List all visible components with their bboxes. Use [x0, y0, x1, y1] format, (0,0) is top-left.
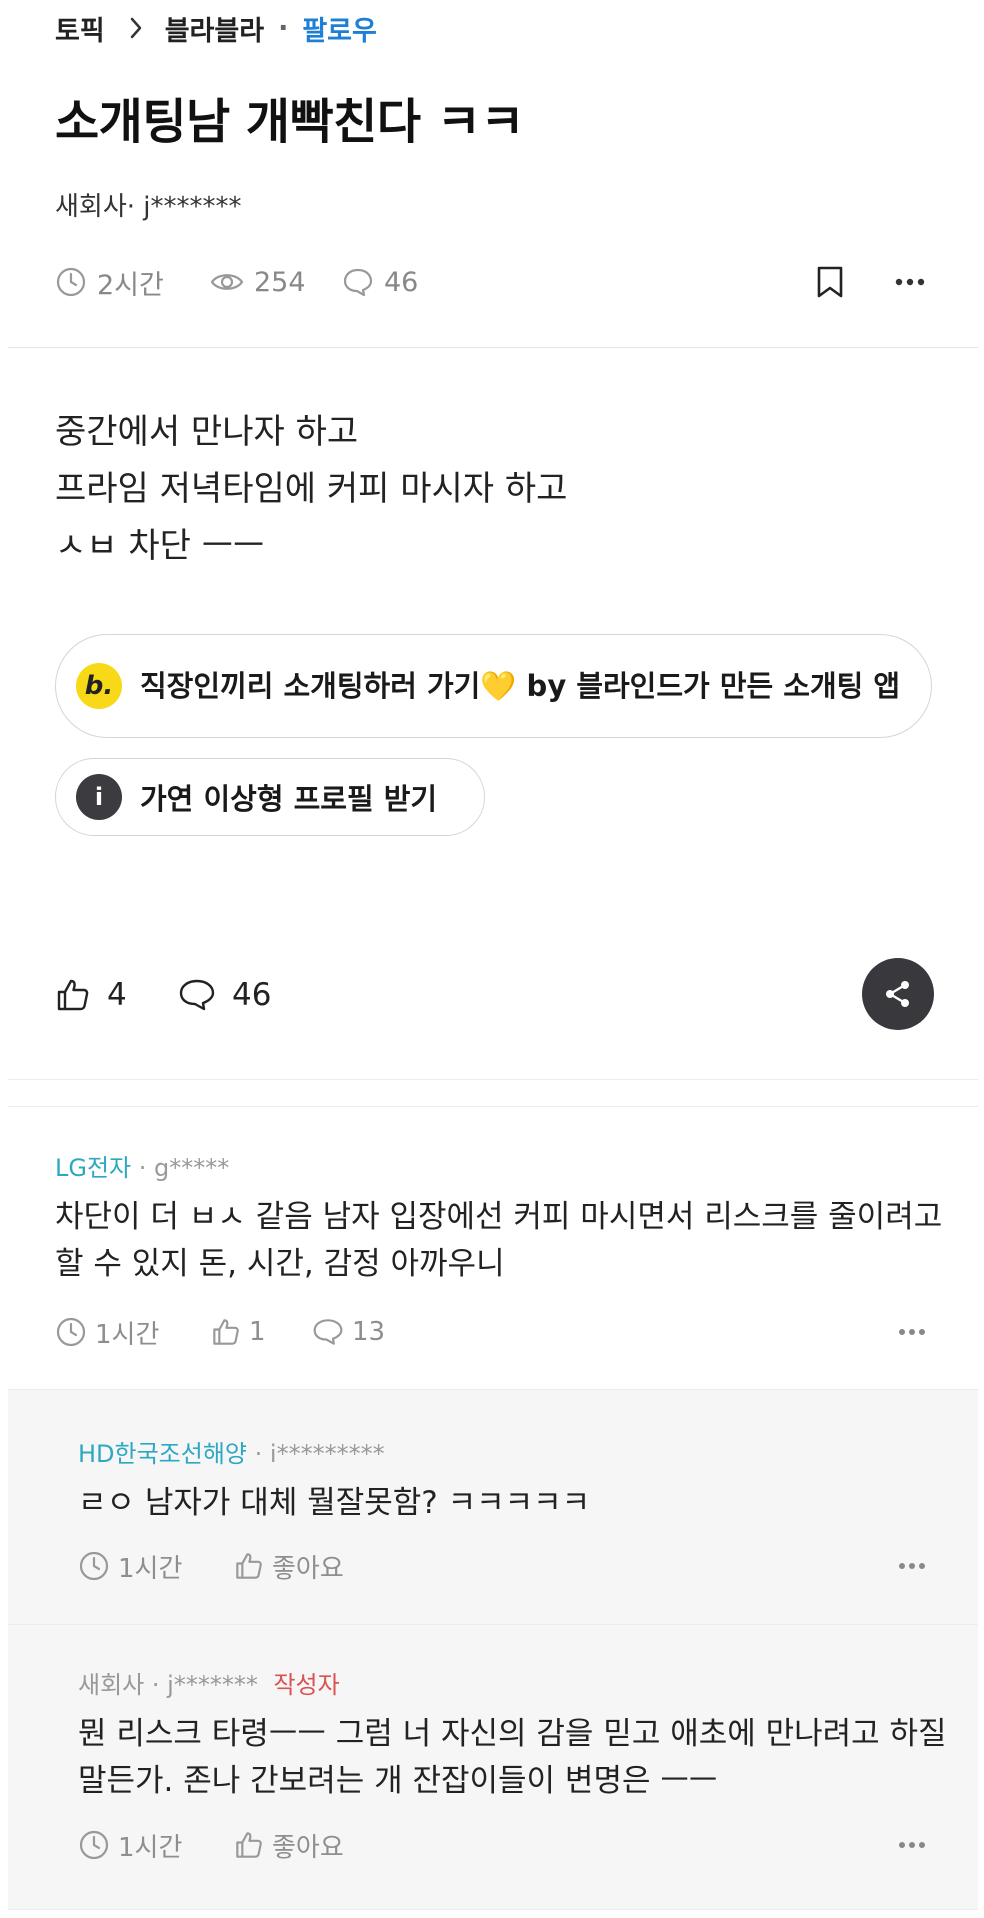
- comment-reply-count: 13: [352, 1317, 386, 1347]
- comment-text: 차단이 더 ㅂㅅ 같음 남자 입장에선 커피 마시면서 리스크를 줄이려고 할 …: [55, 1199, 943, 1282]
- comment-icon: [178, 977, 216, 1013]
- clock-icon: [78, 1550, 110, 1582]
- section-divider: [8, 1079, 978, 1107]
- reply-time: 1시간: [78, 1546, 182, 1586]
- reply-author[interactable]: HD한국조선해양 · i*********: [78, 1434, 385, 1469]
- share-button[interactable]: [862, 958, 934, 1030]
- reply-like-label: 좋아요: [272, 1832, 344, 1863]
- post-time: 2시간: [55, 262, 164, 302]
- breadcrumb-board[interactable]: 블라블라: [165, 9, 264, 48]
- info-text: 가연 이상형 프로필 받기: [140, 782, 438, 816]
- eye-icon: [210, 266, 244, 298]
- breadcrumb-separator: ·: [278, 12, 289, 44]
- thumbs-up-icon: [55, 977, 91, 1013]
- post-title: 소개팅남 개빡친다 ㅋㅋ: [55, 94, 525, 150]
- more-dots-icon: [895, 278, 925, 286]
- comment-button[interactable]: 46: [178, 970, 271, 1020]
- post-comments: 46: [342, 262, 418, 302]
- comment-time: 1시간: [55, 1312, 159, 1352]
- post-views-count: 254: [254, 266, 306, 298]
- post-body: 중간에서 만나자 하고 프라임 저녁타임에 커피 마시자 하고 ㅅㅂ 차단 ㅡㅡ: [55, 404, 567, 575]
- reply-more-button[interactable]: [898, 1562, 926, 1570]
- more-dots-icon: [899, 1563, 925, 1569]
- op-badge: 작성자: [273, 1671, 340, 1699]
- more-dots-icon: [899, 1842, 925, 1848]
- post-comments-count: 46: [384, 266, 419, 298]
- comment-more-button[interactable]: [898, 1328, 926, 1336]
- reply-author[interactable]: 새회사 · j******* 작성자: [78, 1665, 340, 1700]
- comment-time-label: 1시간: [95, 1319, 160, 1350]
- share-icon: [886, 981, 909, 1007]
- reply-like-button[interactable]: 좋아요: [234, 1546, 344, 1586]
- thumbs-up-icon: [211, 1317, 241, 1347]
- info-icon: i: [76, 774, 122, 820]
- breadcrumb: 토픽 블라블라 · 팔로우: [55, 8, 377, 48]
- breadcrumb-topic[interactable]: 토픽: [55, 9, 105, 48]
- reply-time-label: 1시간: [118, 1553, 183, 1584]
- comment-count: 46: [232, 977, 272, 1013]
- comment-like-count: 1: [249, 1317, 266, 1347]
- reply-more-button[interactable]: [898, 1841, 926, 1849]
- reply-item: HD한국조선해양 · i********* ㄹㅇ 남자가 대체 뭘잘못함? ㅋㅋ…: [8, 1389, 978, 1624]
- header-divider: [8, 347, 978, 348]
- reply-user: · j*******: [151, 1671, 258, 1699]
- reply-like-label: 좋아요: [272, 1553, 344, 1584]
- bookmark-icon: [817, 266, 843, 298]
- thumbs-up-icon: [234, 1830, 264, 1860]
- clock-icon: [55, 266, 87, 298]
- reply-text: 뭔 리스크 타령ㅡㅡ 그럼 너 자신의 감을 믿고 애초에 만나려고 하질 말든…: [78, 1716, 947, 1799]
- info-link[interactable]: i 가연 이상형 프로필 받기: [55, 758, 485, 836]
- reply-company: HD한국조선해양: [78, 1440, 248, 1468]
- reply-like-button[interactable]: 좋아요: [234, 1825, 344, 1865]
- promo-link[interactable]: b. 직장인끼리 소개팅하러 가기💛 by 블라인드가 만든 소개팅 앱: [55, 634, 932, 738]
- reply-item: 새회사 · j******* 작성자 뭔 리스크 타령ㅡㅡ 그럼 너 자신의 감…: [8, 1624, 978, 1910]
- comment-like-button[interactable]: 1: [211, 1312, 266, 1352]
- comment-company: LG전자: [55, 1154, 132, 1182]
- comment-author[interactable]: LG전자 · g*****: [55, 1148, 229, 1183]
- more-dots-icon: [899, 1329, 925, 1335]
- post-body-line: 중간에서 만나자 하고: [55, 412, 359, 452]
- bookmark-button[interactable]: [812, 262, 848, 302]
- chevron-right-icon: [129, 17, 143, 39]
- comment-reply-button[interactable]: 13: [312, 1312, 385, 1352]
- comment-icon: [342, 266, 374, 298]
- promo-text: 직장인끼리 소개팅하러 가기💛 by 블라인드가 만든 소개팅 앱: [140, 669, 901, 703]
- post-body-line: ㅅㅂ 차단 ㅡㅡ: [55, 526, 265, 566]
- like-button[interactable]: 4: [55, 970, 127, 1020]
- clock-icon: [55, 1316, 87, 1348]
- post-author[interactable]: 새회사· j*******: [55, 186, 242, 223]
- comment-user: · g*****: [138, 1154, 230, 1182]
- post-views: 254: [210, 262, 306, 302]
- comment-item: LG전자 · g***** 차단이 더 ㅂㅅ 같음 남자 입장에선 커피 마시면…: [8, 1106, 978, 1388]
- clock-icon: [78, 1829, 110, 1861]
- reply-text: ㄹㅇ 남자가 대체 뭘잘못함? ㅋㅋㅋㅋㅋ: [78, 1485, 591, 1521]
- reply-company: 새회사: [78, 1671, 145, 1699]
- reply-time-label: 1시간: [118, 1832, 183, 1863]
- more-options-button[interactable]: [890, 262, 930, 302]
- post-body-line: 프라임 저녁타임에 커피 마시자 하고: [55, 469, 568, 509]
- follow-button[interactable]: 팔로우: [302, 9, 377, 48]
- post-time-label: 2시간: [97, 269, 164, 301]
- comment-icon: [312, 1317, 344, 1347]
- blind-logo-icon: b.: [76, 663, 122, 709]
- reply-user: · i*********: [254, 1440, 385, 1468]
- thumbs-up-icon: [234, 1551, 264, 1581]
- reply-time: 1시간: [78, 1825, 182, 1865]
- like-count: 4: [107, 977, 127, 1013]
